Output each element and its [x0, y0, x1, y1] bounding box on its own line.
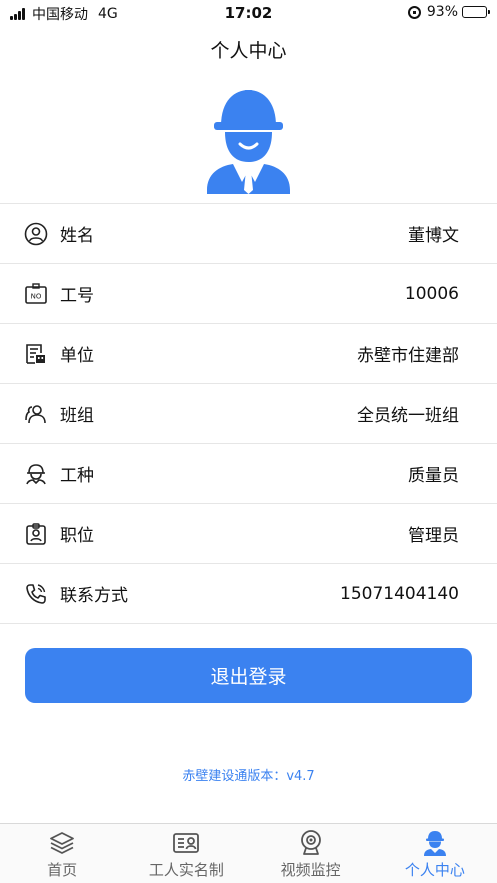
- webcam-icon: [300, 830, 321, 855]
- tab-worker-registry-label: 工人实名制: [148, 861, 224, 879]
- employee-no-value: 10006: [404, 283, 459, 304]
- tab-video-monitor[interactable]: 视频监控: [249, 824, 373, 883]
- hardhat-worker-icon: [26, 463, 46, 484]
- name-label: 姓名: [60, 226, 94, 246]
- team-value: 全员统一班组: [357, 406, 459, 426]
- version-text: 赤壁建设通版本：v4.7: [182, 769, 315, 784]
- status-bar: 中国移动 4G 17:02 93%: [0, 0, 497, 26]
- name-value: 董博文: [408, 226, 459, 246]
- trade-value: 质量员: [408, 466, 459, 486]
- id-card-icon: [173, 833, 200, 853]
- profile-row-team: 班组 全员统一班组: [0, 384, 497, 444]
- orientation-lock-icon: [407, 5, 421, 19]
- tab-home-label: 首页: [47, 861, 78, 879]
- battery-percent: 93%: [426, 4, 458, 20]
- tab-worker-registry[interactable]: 工人实名制: [124, 824, 248, 883]
- tab-profile-label: 个人中心: [404, 861, 465, 879]
- organization-icon: [26, 343, 45, 364]
- team-label: 班组: [60, 406, 94, 426]
- group-icon: [25, 404, 46, 423]
- profile-row-employee-no: NO 工号 10006: [0, 264, 497, 324]
- profile-info-list: 姓名 董博文 NO 工号 10006 单位 赤壁市住建部 班组 全员统一班组 工…: [0, 203, 497, 624]
- tab-bar: 首页 工人实名制 视频监控 个人中心: [0, 823, 497, 883]
- id-badge-text: NO: [31, 292, 42, 300]
- organization-value: 赤壁市住建部: [357, 346, 459, 366]
- phone-icon: [26, 583, 46, 604]
- profile-row-trade: 工种 质量员: [0, 444, 497, 504]
- organization-label: 单位: [60, 346, 94, 366]
- person-circle-icon: [24, 222, 48, 245]
- worker-icon: [423, 831, 446, 856]
- profile-row-position: 职位 管理员: [0, 504, 497, 564]
- contact-value: 15071404140: [340, 583, 459, 604]
- tab-video-monitor-label: 视频监控: [280, 861, 341, 879]
- tab-home[interactable]: 首页: [0, 824, 124, 883]
- battery-icon: [462, 6, 490, 18]
- employee-no-label: 工号: [60, 286, 94, 306]
- position-value: 管理员: [408, 526, 459, 546]
- profile-row-organization: 单位 赤壁市住建部: [0, 324, 497, 384]
- logout-button[interactable]: 退出登录: [25, 648, 472, 703]
- position-label: 职位: [60, 526, 94, 546]
- id-badge-icon: NO: [25, 282, 47, 304]
- tab-profile[interactable]: 个人中心: [373, 824, 497, 883]
- trade-label: 工种: [60, 466, 94, 486]
- profile-row-name: 姓名 董博文: [0, 204, 497, 264]
- layers-icon: [50, 832, 75, 854]
- page-title: 个人中心: [210, 40, 287, 62]
- profile-row-contact: 联系方式 15071404140: [0, 564, 497, 624]
- contact-label: 联系方式: [60, 586, 128, 606]
- employee-card-icon: [26, 522, 46, 545]
- worker-helmet-icon: [207, 90, 290, 194]
